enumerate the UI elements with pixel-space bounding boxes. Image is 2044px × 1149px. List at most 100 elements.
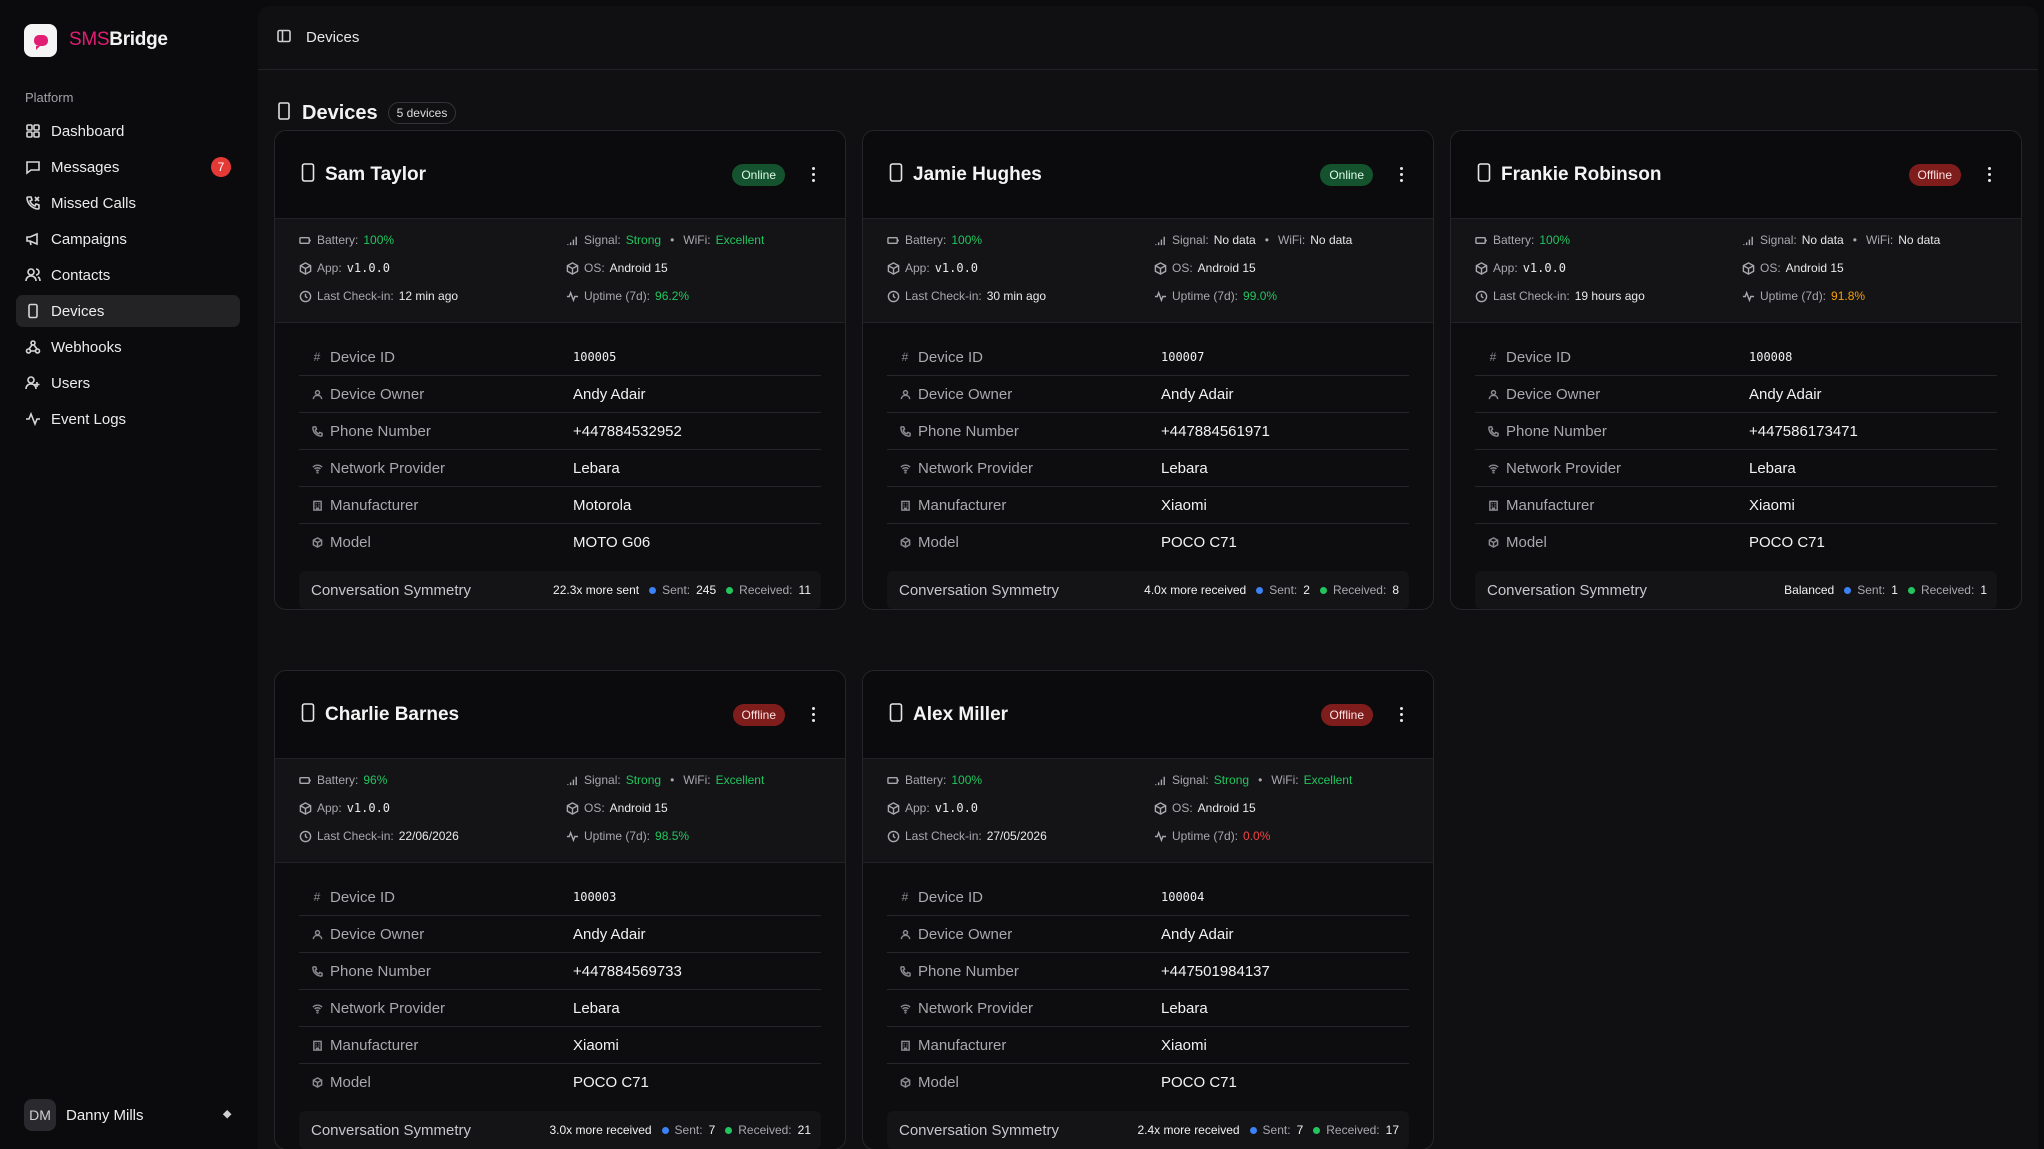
activity-icon bbox=[25, 411, 41, 427]
conversation-symmetry: Conversation Symmetry Balanced Sent: 1 Re… bbox=[1475, 571, 1997, 609]
sidebar-item-missed-calls[interactable]: Missed Calls bbox=[16, 187, 240, 219]
sidebar-item-label: Devices bbox=[51, 302, 105, 320]
detail-row-phone: Phone Number +447586173471 bbox=[1475, 413, 1997, 450]
device-card-header: Sam Taylor Online bbox=[275, 131, 845, 219]
device-card-sam-taylor: Sam Taylor Online Battery: 100% App: v1.0.… bbox=[274, 130, 846, 610]
detail-row-phone: Phone Number +447501984137 bbox=[887, 953, 1409, 990]
device-card-charlie-barnes: Charlie Barnes Offline Battery: 96% App: v… bbox=[274, 670, 846, 1149]
user-icon bbox=[1487, 389, 1499, 400]
battery-stat: Battery: 100% bbox=[1475, 233, 1570, 247]
package-icon bbox=[1154, 801, 1167, 815]
package-icon bbox=[311, 1077, 323, 1088]
sidebar-item-devices[interactable]: Devices bbox=[16, 295, 240, 327]
phone-icon bbox=[311, 425, 323, 437]
sidebar-item-campaigns[interactable]: Campaigns bbox=[16, 223, 240, 255]
building-icon bbox=[1487, 500, 1499, 511]
signal-icon bbox=[567, 776, 577, 785]
signal-stat: Signal: Strong • WiFi: Excellent bbox=[566, 233, 764, 247]
megaphone-icon bbox=[25, 231, 41, 247]
sidebar-item-label: Webhooks bbox=[51, 338, 122, 356]
sidebar-item-label: Dashboard bbox=[51, 122, 125, 140]
device-stats: Battery: 100% App: v1.0.0 Last Check-in: 12… bbox=[275, 219, 845, 323]
device-icon bbox=[1477, 163, 1491, 186]
users-icon bbox=[25, 375, 41, 391]
battery-stat: Battery: 96% bbox=[299, 773, 387, 787]
checkin-stat: Last Check-in: 30 min ago bbox=[887, 289, 1046, 303]
package-icon bbox=[1475, 261, 1488, 275]
grid-icon bbox=[25, 123, 41, 139]
more-options-icon[interactable] bbox=[1393, 165, 1409, 185]
detail-row-network: Network Provider Lebara bbox=[887, 450, 1409, 487]
detail-row-network: Network Provider Lebara bbox=[299, 450, 821, 487]
wifi-icon bbox=[899, 1003, 911, 1014]
package-icon bbox=[899, 537, 911, 548]
avatar: DM bbox=[24, 1099, 56, 1131]
status-badge: Online bbox=[732, 163, 785, 186]
device-name[interactable]: Sam Taylor bbox=[325, 164, 732, 186]
activity-icon bbox=[566, 290, 579, 302]
sidebar-item-contacts[interactable]: Contacts bbox=[16, 259, 240, 291]
device-details: # Device ID 100005 Device Owner Andy Adair … bbox=[275, 323, 845, 561]
status-badge: Offline bbox=[1908, 163, 1961, 186]
more-options-icon[interactable] bbox=[805, 165, 821, 185]
device-name[interactable]: Jamie Hughes bbox=[913, 164, 1320, 186]
signal-stat: Signal: No data • WiFi: No data bbox=[1154, 233, 1352, 247]
conversation-symmetry: Conversation Symmetry 22.3x more sent Se… bbox=[299, 571, 821, 609]
sidebar-item-label: Messages bbox=[51, 158, 120, 176]
page-title: Devices bbox=[302, 101, 378, 124]
breadcrumb[interactable]: Devices bbox=[306, 29, 359, 46]
os-stat: OS: Android 15 bbox=[566, 801, 668, 815]
device-card-header: Jamie Hughes Online bbox=[863, 131, 1433, 219]
device-name[interactable]: Frankie Robinson bbox=[1501, 164, 1909, 186]
sidebar-item-dashboard[interactable]: Dashboard bbox=[16, 115, 240, 147]
received-dot bbox=[726, 586, 734, 594]
detail-row-owner: Device Owner Andy Adair bbox=[887, 376, 1409, 413]
sidebar-item-label: Users bbox=[51, 374, 91, 392]
sidebar-item-label: Event Logs bbox=[51, 410, 127, 428]
sidebar-item-users[interactable]: Users bbox=[16, 367, 240, 399]
phone-icon bbox=[899, 965, 911, 977]
received-dot bbox=[725, 1126, 733, 1134]
hash-icon: # bbox=[1489, 350, 1497, 364]
message-icon bbox=[25, 159, 41, 175]
device-name[interactable]: Alex Miller bbox=[913, 704, 1321, 726]
user-icon bbox=[899, 929, 911, 940]
activity-icon bbox=[566, 830, 579, 842]
sent-dot bbox=[661, 1126, 669, 1134]
status-badge: Offline bbox=[732, 703, 785, 726]
clock-icon bbox=[887, 290, 900, 302]
activity-icon bbox=[1154, 290, 1167, 302]
detail-row-model: Model POCO C71 bbox=[299, 1064, 821, 1101]
user-icon bbox=[899, 389, 911, 400]
app-version-stat: App: v1.0.0 bbox=[299, 261, 390, 275]
package-icon bbox=[1154, 261, 1167, 275]
user-menu[interactable]: DM Danny Mills ⯁ bbox=[16, 1095, 240, 1135]
package-icon bbox=[1742, 261, 1755, 275]
sidebar-item-label: Campaigns bbox=[51, 230, 127, 248]
sidebar-item-messages[interactable]: Messages 7 bbox=[16, 151, 240, 183]
detail-row-manufacturer: Manufacturer Xiaomi bbox=[1475, 487, 1997, 524]
user-icon bbox=[311, 389, 323, 400]
device-stats: Battery: 96% App: v1.0.0 Last Check-in: 22/… bbox=[275, 759, 845, 863]
building-icon bbox=[899, 500, 911, 511]
sidebar-item-event-logs[interactable]: Event Logs bbox=[16, 403, 240, 435]
device-card-alex-miller: Alex Miller Offline Battery: 100% App: v1.… bbox=[862, 670, 1434, 1149]
more-options-icon[interactable] bbox=[1393, 705, 1409, 725]
sidebar-toggle-icon[interactable] bbox=[276, 28, 292, 48]
brand[interactable]: SMSBridge bbox=[16, 20, 240, 60]
device-card-header: Charlie Barnes Offline bbox=[275, 671, 845, 759]
detail-row-model: Model POCO C71 bbox=[1475, 524, 1997, 561]
package-icon bbox=[299, 801, 312, 815]
device-name[interactable]: Charlie Barnes bbox=[325, 704, 733, 726]
topbar: Devices bbox=[258, 6, 2038, 70]
unread-badge: 7 bbox=[211, 157, 231, 177]
more-options-icon[interactable] bbox=[805, 705, 821, 725]
sidebar-item-webhooks[interactable]: Webhooks bbox=[16, 331, 240, 363]
building-icon bbox=[311, 500, 323, 511]
detail-row-manufacturer: Manufacturer Xiaomi bbox=[299, 1027, 821, 1064]
detail-row-owner: Device Owner Andy Adair bbox=[299, 376, 821, 413]
more-options-icon[interactable] bbox=[1981, 165, 1997, 185]
uptime-stat: Uptime (7d): 96.2% bbox=[566, 289, 689, 303]
conversation-symmetry: Conversation Symmetry 3.0x more received… bbox=[299, 1111, 821, 1149]
hash-icon: # bbox=[901, 890, 909, 904]
